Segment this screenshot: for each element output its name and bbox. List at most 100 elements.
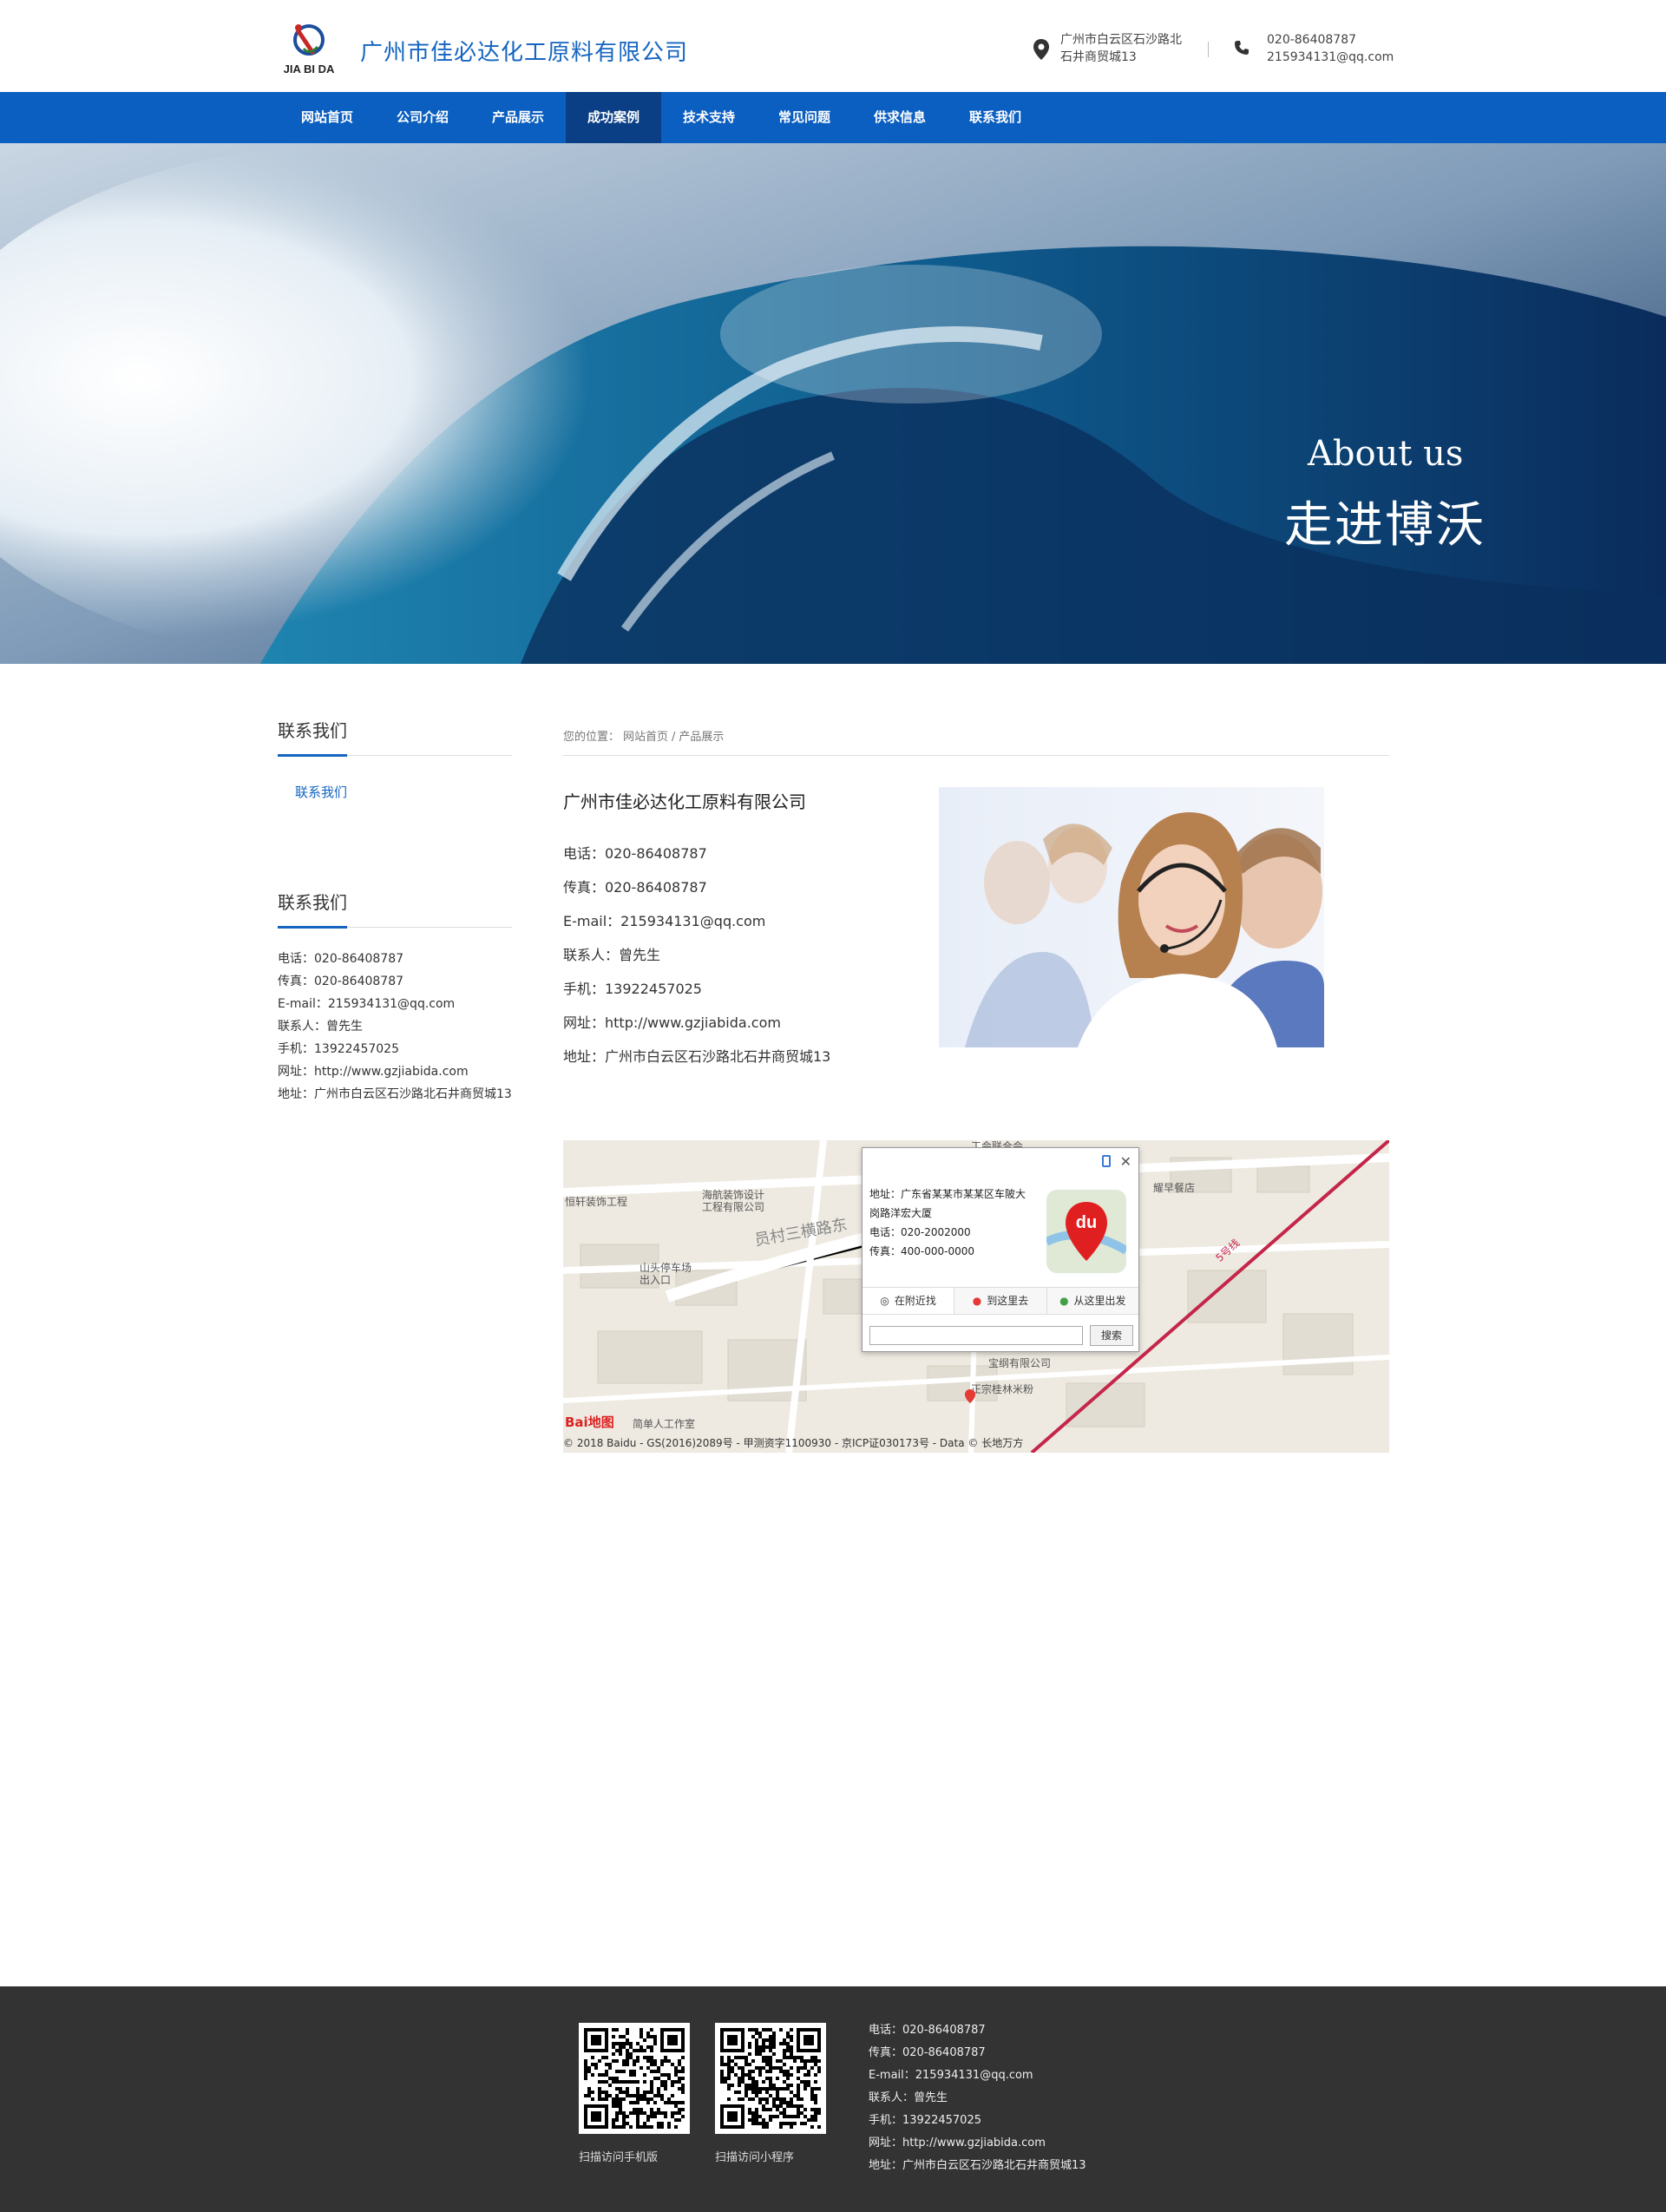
site-header: JIA BI DA 广州市佳必达化工原料有限公司 广州市白云区石沙路北 石井商贸… xyxy=(0,0,1666,92)
qr-caption-miniprogram: 扫描访问小程序 xyxy=(715,2151,795,2164)
nav-item[interactable]: 成功案例 xyxy=(566,92,661,143)
map-marker-icon[interactable] xyxy=(964,1388,976,1404)
nav-item[interactable]: 技术支持 xyxy=(661,92,757,143)
contact-info-line: 联系人：曾先生 xyxy=(563,947,661,963)
map-label: 耀早餐店 xyxy=(1153,1182,1196,1194)
map-info-window: ✕ 地址：广东省某某市某某区车陂大 岗路洋宏大厦电话：020-2002000 传真：… xyxy=(862,1147,1139,1352)
contact-info-line: E-mail：215934131@qq.com xyxy=(563,913,766,929)
header-divider xyxy=(1208,42,1209,57)
nav-item[interactable]: 供求信息 xyxy=(852,92,948,143)
location-pin-icon xyxy=(1033,39,1049,60)
nav-item[interactable]: 网站首页 xyxy=(279,92,375,143)
footer-info-line: 联系人：曾先生 xyxy=(869,2091,948,2104)
contact-info-line: 电话：020-86408787 xyxy=(563,845,707,862)
tab-go-here[interactable]: ● 到这里去 xyxy=(954,1288,1047,1314)
nav-item[interactable]: 公司介绍 xyxy=(375,92,470,143)
baidu-map-logo: du xyxy=(1044,1190,1129,1273)
sidebar-info-line: 网址：http://www.gzjiabida.com xyxy=(278,1065,469,1079)
breadcrumb-text: / xyxy=(672,731,676,744)
footer-info-line: E-mail：215934131@qq.com xyxy=(869,2069,1033,2082)
sidebar-info-line: 联系人：曾先生 xyxy=(278,1020,363,1034)
sidebar-divider-1 xyxy=(278,754,512,757)
pin-icon: ● xyxy=(972,1295,982,1307)
sidebar-title-2: 联系我们 xyxy=(278,892,347,913)
baidu-logo[interactable]: Bai地图 xyxy=(565,1413,614,1431)
contact-info-line: 网址：http://www.gzjiabida.com xyxy=(563,1014,781,1031)
du-logo-text: du xyxy=(1076,1213,1097,1232)
site-footer: 扫描访问手机版 扫描访问小程序 电话：020-86408787 传真：020-86… xyxy=(0,1986,1666,2212)
header-email: 215934131@qq.com xyxy=(1267,50,1394,64)
pin-icon: ● xyxy=(1059,1295,1069,1307)
footer-info-line: 网址：http://www.gzjiabida.com xyxy=(869,2137,1046,2150)
map-search-button[interactable]: 搜索 xyxy=(1090,1325,1133,1346)
footer-info-line: 传真：020-86408787 xyxy=(869,2046,986,2059)
main-nav: 网站首页 公司介绍 产品展示 成功案例 技术支持 常见问题 供求信息 联系我们 xyxy=(0,92,1666,143)
search-icon: ◎ xyxy=(880,1295,889,1307)
header-address: 广州市白云区石沙路北 石井商贸城13 xyxy=(1060,31,1190,66)
breadcrumb: 您的位置： 网站首页 / 产品展示 xyxy=(563,727,727,744)
sidebar-info-line: 传真：020-86408787 xyxy=(278,975,404,988)
sidebar-divider-accent xyxy=(278,926,347,929)
sidebar-link-contact[interactable]: 联系我们 xyxy=(295,783,347,801)
map-popup-tabs: ◎ 在附近找 ● 到这里去 ● 从这里出发 xyxy=(863,1287,1138,1315)
sidebar-info-line: 手机：13922457025 xyxy=(278,1042,399,1056)
breadcrumb-text: 您的位置： xyxy=(563,731,620,744)
tab-start-here[interactable]: ● 从这里出发 xyxy=(1047,1288,1138,1314)
nav-item[interactable]: 常见问题 xyxy=(757,92,852,143)
contact-info-line: 传真：020-86408787 xyxy=(563,879,707,896)
page-title: 广州市佳必达化工原料有限公司 xyxy=(563,791,806,812)
hero-banner: About us 走进博沃 xyxy=(0,143,1666,664)
header-address-line1: 广州市白云区石沙路北 xyxy=(1060,33,1182,47)
sidebar-contact-info: 电话：020-86408787 传真：020-86408787 E-mail：215… xyxy=(278,948,512,1106)
map-search-input[interactable] xyxy=(869,1326,1083,1345)
map-label: 恒轩装饰工程 xyxy=(565,1196,628,1208)
nav-items: 网站首页 公司介绍 产品展示 成功案例 技术支持 常见问题 供求信息 联系我们 xyxy=(279,92,1043,143)
footer-info-line: 地址：广州市白云区石沙路北石井商贸城13 xyxy=(869,2159,1086,2172)
sidebar-title-1: 联系我们 xyxy=(278,720,347,741)
map-label: 简单人工作室 xyxy=(633,1418,696,1430)
sidebar-divider-accent xyxy=(278,754,347,757)
sidebar-divider-2 xyxy=(278,926,512,929)
map-info-line: 电话：020-2002000 xyxy=(869,1226,971,1238)
footer-contact-info: 电话：020-86408787 传真：020-86408787 E-mail：215… xyxy=(869,2019,1086,2177)
banner-title-cn: 走进博沃 xyxy=(1284,497,1486,554)
qr-code-miniprogram xyxy=(715,2023,826,2134)
footer-info-line: 电话：020-86408787 xyxy=(869,2024,986,2037)
map-label: 正宗桂林米粉 xyxy=(971,1383,1034,1395)
breadcrumb-link[interactable]: 网站首页 xyxy=(623,731,668,744)
map-info-line: 传真：400-000-0000 xyxy=(869,1245,975,1257)
nav-item[interactable]: 联系我们 xyxy=(948,92,1043,143)
tab-search-nearby[interactable]: ◎ 在附近找 xyxy=(863,1288,955,1314)
company-logo[interactable]: JIA BI DA xyxy=(278,16,340,78)
map-info-line: 地址：广东省某某市某某区车陂大 xyxy=(869,1188,1026,1200)
map-label: 海航装饰设计 工程有限公司 xyxy=(702,1189,765,1213)
sidebar-info-line: 地址：广州市白云区石沙路北石井商贸城13 xyxy=(278,1087,512,1101)
contact-info: 电话：020-86408787 传真：020-86408787 E-mail：215… xyxy=(563,837,830,1073)
sidebar-info-line: 电话：020-86408787 xyxy=(278,952,404,966)
map-label: 山头停车场 出入口 xyxy=(640,1262,692,1286)
map-label: 宝纲有限公司 xyxy=(988,1357,1052,1369)
qr-code-mobile xyxy=(579,2023,690,2134)
breadcrumb-divider xyxy=(563,755,1389,756)
map-copyright: © 2018 Baidu - GS(2016)2089号 - 甲测资字11009… xyxy=(563,1437,1024,1449)
header-address-line2: 石井商贸城13 xyxy=(1060,50,1137,64)
logo-text: JIA BI DA xyxy=(284,62,335,75)
breadcrumb-link[interactable]: 产品展示 xyxy=(679,731,724,744)
nav-item[interactable]: 产品展示 xyxy=(470,92,566,143)
map-info-text: 地址：广东省某某市某某区车陂大 岗路洋宏大厦电话：020-2002000 传真：40… xyxy=(869,1185,1043,1261)
banner-title-en: About us xyxy=(1308,434,1464,474)
footer-info-line: 手机：13922457025 xyxy=(869,2114,981,2127)
phone-icon xyxy=(1235,41,1249,55)
customer-service-photo xyxy=(939,787,1324,1047)
baidu-map[interactable]: 恒轩装饰工程 海航装饰设计 工程有限公司 员村三横路东 山头停车场 出入口 工会… xyxy=(563,1140,1389,1453)
header-phone-email: 020-86408787 215934131@qq.com xyxy=(1267,31,1394,66)
company-name: 广州市佳必达化工原料有限公司 xyxy=(360,40,689,66)
mobile-icon[interactable] xyxy=(1102,1155,1111,1167)
header-phone: 020-86408787 xyxy=(1267,33,1357,47)
close-icon[interactable]: ✕ xyxy=(1120,1153,1131,1170)
sidebar-info-line: E-mail：215934131@qq.com xyxy=(278,997,456,1011)
contact-info-line: 手机：13922457025 xyxy=(563,981,702,997)
contact-info-line: 地址：广州市白云区石沙路北石井商贸城13 xyxy=(563,1048,831,1065)
map-info-line: 岗路洋宏大厦 xyxy=(869,1207,933,1219)
wave-image xyxy=(0,143,1666,664)
